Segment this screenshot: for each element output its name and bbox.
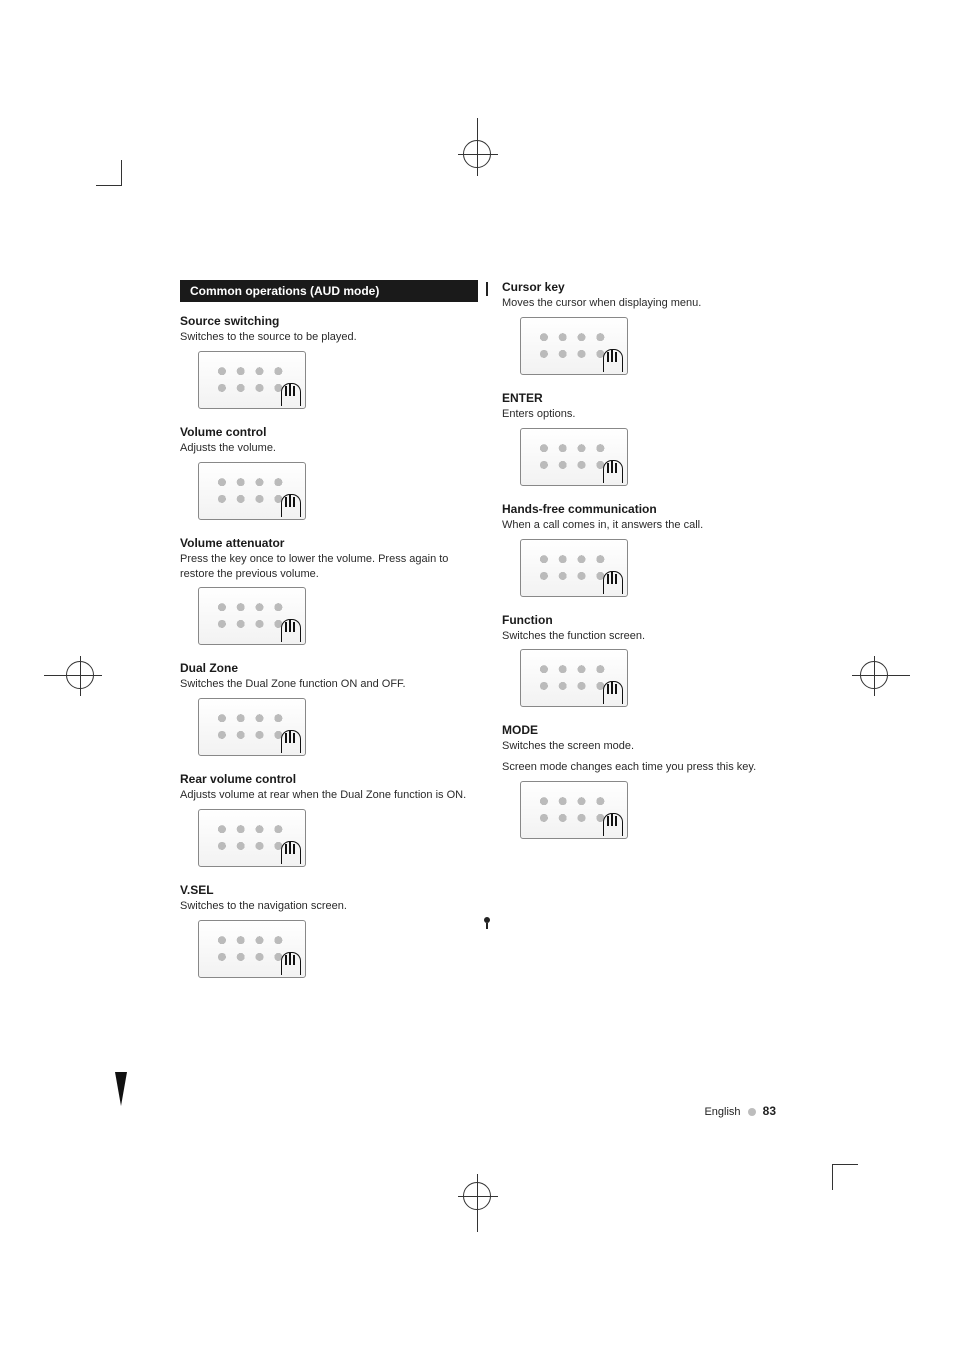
entry-title: V.SEL bbox=[180, 883, 478, 897]
entry-title: Function bbox=[502, 613, 800, 627]
remote-illustration bbox=[198, 809, 306, 867]
entry-volume-control: Volume control Adjusts the volume. bbox=[180, 425, 478, 520]
remote-illustration bbox=[198, 462, 306, 520]
entry-mode: MODE Switches the screen mode. Screen mo… bbox=[502, 723, 800, 839]
crop-mark-bottom-right bbox=[832, 1164, 858, 1190]
registration-mark-right bbox=[860, 661, 888, 689]
remote-illustration bbox=[520, 649, 628, 707]
entry-desc: Adjusts volume at rear when the Dual Zon… bbox=[180, 788, 478, 803]
remote-illustration bbox=[198, 587, 306, 645]
registration-mark-bottom bbox=[463, 1182, 491, 1210]
page-footer: English 83 bbox=[704, 1104, 776, 1118]
entry-source-switching: Source switching Switches to the source … bbox=[180, 314, 478, 409]
entry-title: Volume attenuator bbox=[180, 536, 478, 550]
entry-desc: When a call comes in, it answers the cal… bbox=[502, 518, 800, 533]
page-content: Common operations (AUD mode) Source swit… bbox=[180, 280, 800, 994]
left-column: Common operations (AUD mode) Source swit… bbox=[180, 280, 478, 994]
entry-title: Cursor key bbox=[502, 280, 800, 294]
entry-desc: Moves the cursor when displaying menu. bbox=[502, 296, 800, 311]
registration-mark-top bbox=[463, 140, 491, 168]
arrow-down-icon bbox=[115, 1072, 127, 1106]
entry-desc: Switches to the navigation screen. bbox=[180, 899, 478, 914]
remote-illustration bbox=[198, 920, 306, 978]
entry-volume-attenuator: Volume attenuator Press the key once to … bbox=[180, 536, 478, 646]
entry-title: Rear volume control bbox=[180, 772, 478, 786]
entry-desc: Switches to the source to be played. bbox=[180, 330, 478, 345]
footer-language: English bbox=[704, 1106, 740, 1118]
entry-function: Function Switches the function screen. bbox=[502, 613, 800, 708]
entry-title: Hands-free communication bbox=[502, 502, 800, 516]
entry-enter: ENTER Enters options. bbox=[502, 391, 800, 486]
registration-mark-left bbox=[66, 661, 94, 689]
entry-desc: Adjusts the volume. bbox=[180, 441, 478, 456]
remote-illustration bbox=[520, 781, 628, 839]
entry-hands-free: Hands-free communication When a call com… bbox=[502, 502, 800, 597]
section-header: Common operations (AUD mode) bbox=[180, 280, 478, 302]
entry-rear-volume-control: Rear volume control Adjusts volume at re… bbox=[180, 772, 478, 867]
remote-illustration bbox=[520, 317, 628, 375]
entry-vsel: V.SEL Switches to the navigation screen. bbox=[180, 883, 478, 978]
entry-desc-2: Screen mode changes each time you press … bbox=[502, 760, 800, 775]
entry-title: Source switching bbox=[180, 314, 478, 328]
remote-illustration bbox=[198, 351, 306, 409]
remote-illustration bbox=[520, 428, 628, 486]
right-column: Cursor key Moves the cursor when display… bbox=[502, 280, 800, 994]
remote-illustration bbox=[520, 539, 628, 597]
entry-desc: Enters options. bbox=[502, 407, 800, 422]
entry-title: MODE bbox=[502, 723, 800, 737]
crop-mark-top-left bbox=[96, 160, 122, 186]
entry-title: ENTER bbox=[502, 391, 800, 405]
entry-cursor-key: Cursor key Moves the cursor when display… bbox=[502, 280, 800, 375]
bullet-icon bbox=[748, 1108, 756, 1116]
entry-dual-zone: Dual Zone Switches the Dual Zone functio… bbox=[180, 661, 478, 756]
entry-desc: Switches the Dual Zone function ON and O… bbox=[180, 677, 478, 692]
entry-desc: Switches the screen mode. bbox=[502, 739, 800, 754]
footer-page-number: 83 bbox=[763, 1104, 776, 1118]
entry-desc: Press the key once to lower the volume. … bbox=[180, 552, 478, 582]
remote-illustration bbox=[198, 698, 306, 756]
entry-title: Volume control bbox=[180, 425, 478, 439]
entry-title: Dual Zone bbox=[180, 661, 478, 675]
entry-desc: Switches the function screen. bbox=[502, 629, 800, 644]
